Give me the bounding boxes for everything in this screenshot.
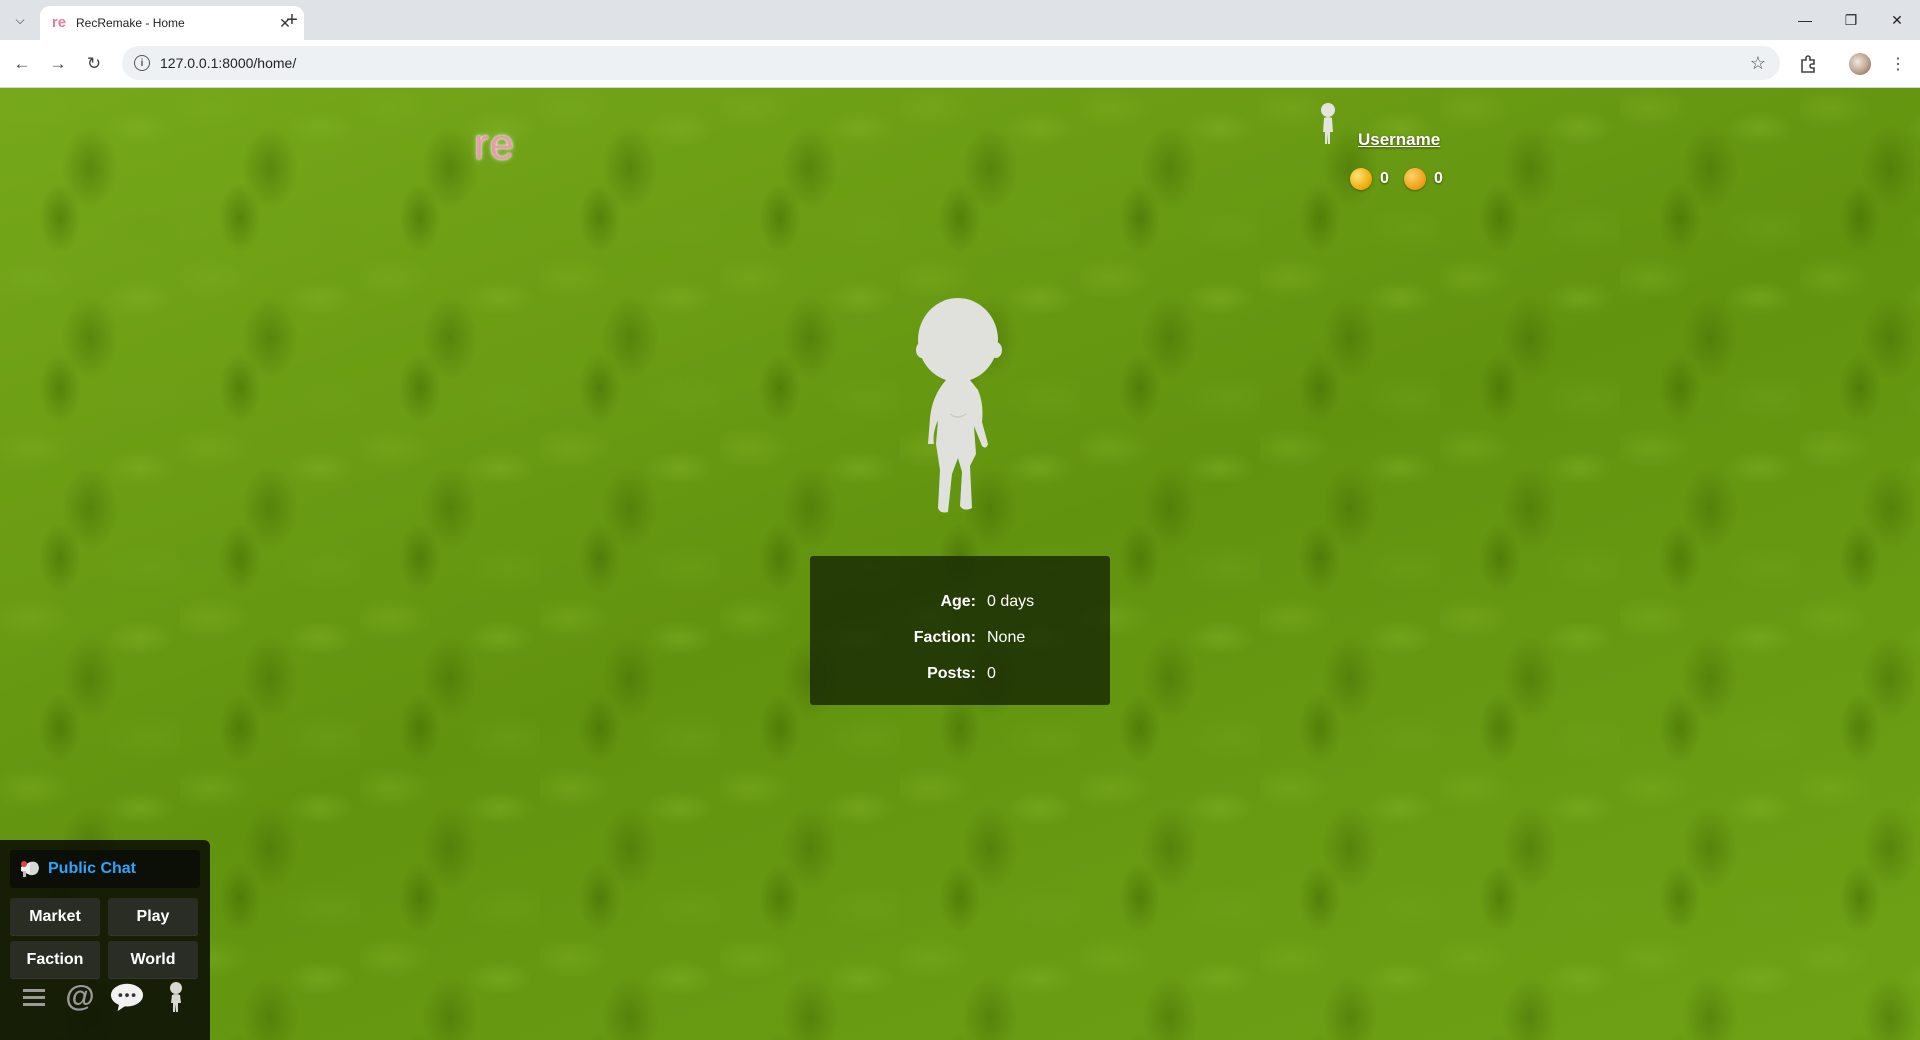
- home-page: re Username 0 0 Age: 0 days Faction: Non…: [0, 88, 1920, 1040]
- minimize-icon[interactable]: —: [1782, 0, 1828, 40]
- public-chat-label: Public Chat: [48, 860, 137, 877]
- reload-icon[interactable]: ↻: [80, 50, 108, 78]
- profile-stats-panel: Age: 0 days Faction: None Posts: 0: [810, 556, 1110, 705]
- tab-title: RecRemake - Home: [76, 16, 185, 30]
- profile-avatar-icon[interactable]: [1846, 50, 1874, 78]
- url-text[interactable]: 127.0.0.1:8000/home/: [160, 55, 1750, 71]
- market-button[interactable]: Market: [10, 898, 100, 936]
- stat-row-faction: Faction: None: [810, 629, 1110, 651]
- browser-menu-kebab-icon[interactable]: ⋮: [1884, 50, 1912, 78]
- cookie-currency: 0: [1404, 168, 1443, 190]
- megaphone-icon: [21, 861, 39, 877]
- public-chat-button[interactable]: Public Chat: [10, 850, 200, 888]
- bottom-dock: Public Chat Market Play Faction World @: [0, 840, 210, 1040]
- gold-amount: 0: [1380, 170, 1389, 187]
- window-controls: — ❐ ✕: [1782, 0, 1920, 40]
- address-bar[interactable]: i 127.0.0.1:8000/home/ ☆: [122, 46, 1780, 80]
- browser-toolbar: ← → ↻ i 127.0.0.1:8000/home/ ☆ ⋮: [0, 40, 1920, 88]
- stat-row-posts: Posts: 0: [810, 665, 1110, 687]
- cookie-amount: 0: [1434, 170, 1443, 187]
- cookie-coin-icon: [1404, 168, 1426, 190]
- user-mini-avatar-icon[interactable]: [1318, 102, 1338, 146]
- stat-value: None: [987, 629, 1026, 646]
- favicon-icon: re: [51, 14, 67, 31]
- extensions-puzzle-icon[interactable]: [1794, 50, 1822, 78]
- menu-icon[interactable]: [17, 980, 51, 1014]
- stat-row-age: Age: 0 days: [810, 593, 1110, 615]
- play-button[interactable]: Play: [108, 898, 198, 936]
- stat-label: Faction:: [913, 629, 976, 646]
- stat-value: 0 days: [987, 593, 1035, 610]
- user-summary: Username 0 0: [1318, 102, 1458, 202]
- new-tab-plus-icon[interactable]: +: [280, 8, 304, 32]
- world-button[interactable]: World: [108, 941, 198, 979]
- bookmark-star-icon[interactable]: ☆: [1750, 53, 1766, 74]
- tab-search-chevron-icon[interactable]: ⌵: [8, 8, 32, 32]
- avatar-icon[interactable]: [159, 980, 193, 1014]
- username-link[interactable]: Username: [1358, 130, 1440, 150]
- player-avatar-figure: [916, 298, 1002, 513]
- gold-coin-icon: [1350, 168, 1372, 190]
- back-arrow-icon[interactable]: ←: [8, 50, 36, 78]
- site-logo[interactable]: re: [474, 120, 515, 170]
- close-window-icon[interactable]: ✕: [1874, 0, 1920, 40]
- stat-label: Posts:: [927, 665, 976, 682]
- gold-currency: 0: [1350, 168, 1389, 190]
- browser-tab-bar: ⌵ re RecRemake - Home ✕ + — ❐ ✕: [0, 0, 1920, 40]
- faction-button[interactable]: Faction: [10, 941, 100, 979]
- site-info-icon[interactable]: i: [134, 55, 150, 71]
- stat-value: 0: [987, 665, 996, 682]
- chat-bubble-icon[interactable]: [110, 980, 144, 1014]
- stat-label: Age:: [940, 593, 976, 610]
- forward-arrow-icon[interactable]: →: [44, 50, 72, 78]
- mentions-icon[interactable]: @: [63, 980, 97, 1014]
- restore-icon[interactable]: ❐: [1828, 0, 1874, 40]
- browser-tab-active[interactable]: re RecRemake - Home ✕: [40, 6, 304, 40]
